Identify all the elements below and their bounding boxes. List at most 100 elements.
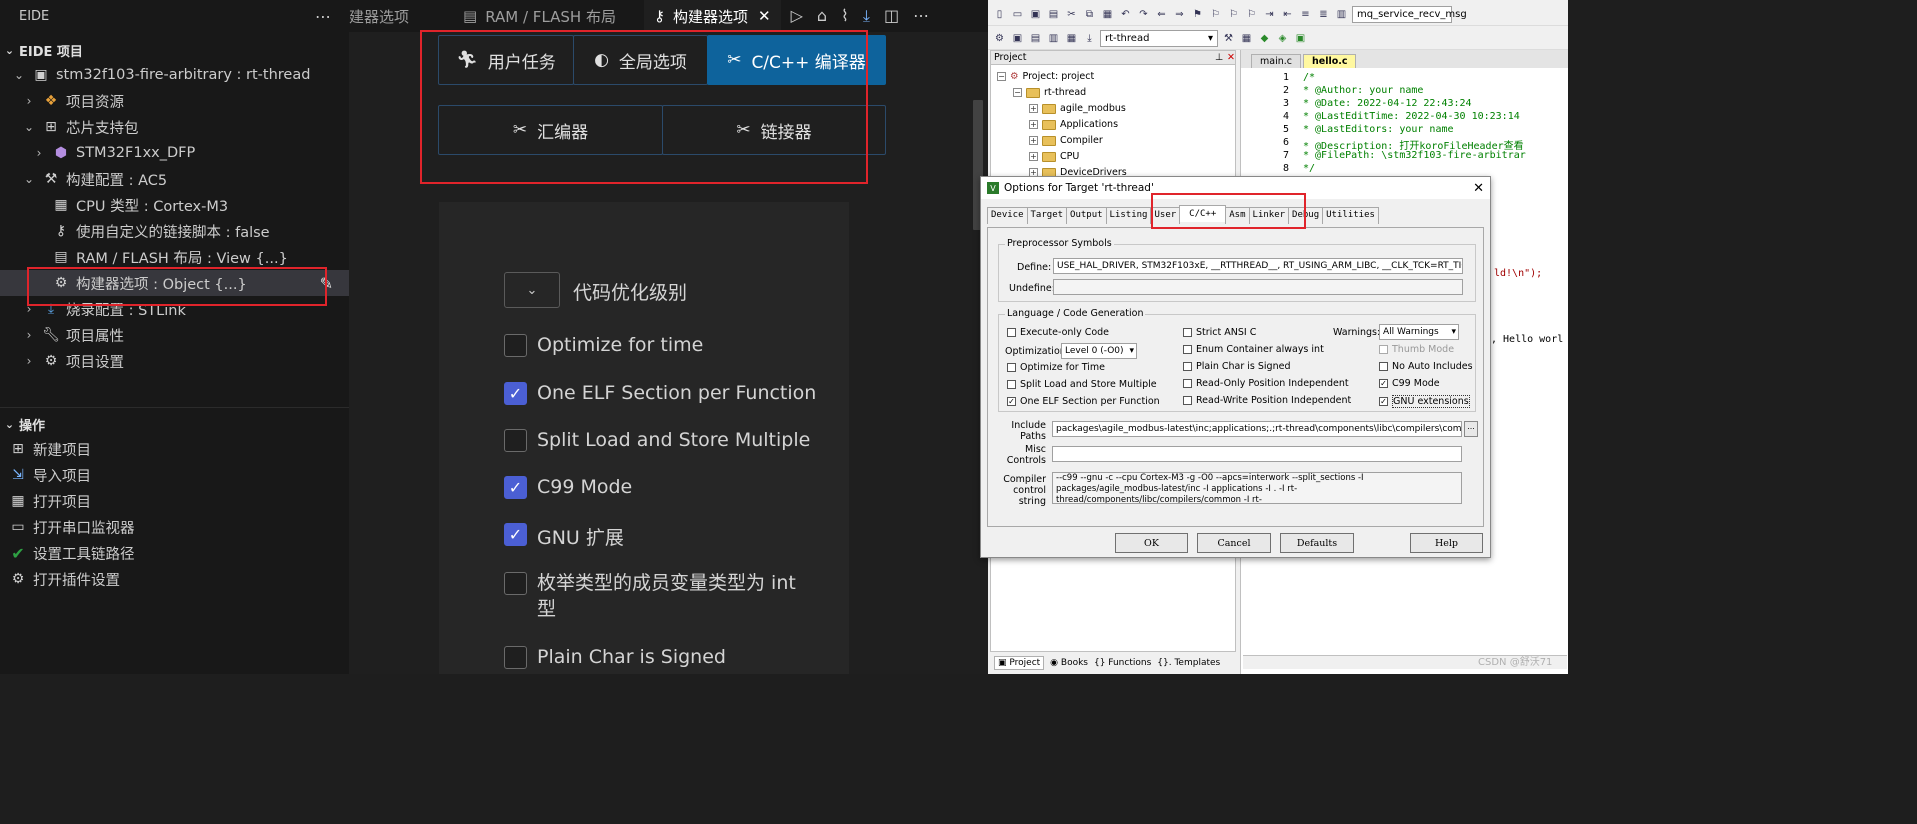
- checkbox[interactable]: [1183, 362, 1192, 371]
- option-one-elf-section[interactable]: ✓ One ELF Section per Function: [504, 382, 824, 405]
- cb-execute-only[interactable]: Execute-only Code: [1007, 327, 1109, 338]
- cut-icon[interactable]: ✂: [1064, 7, 1079, 22]
- tab-project[interactable]: ▣ Project: [994, 655, 1045, 670]
- ok-button[interactable]: OK: [1115, 533, 1188, 553]
- tab-user-task[interactable]: 🏃︎ 用户任务: [438, 35, 574, 85]
- find-in-files-icon[interactable]: ▥: [1334, 7, 1349, 22]
- checkbox[interactable]: [1183, 379, 1192, 388]
- checkbox-checked[interactable]: ✓: [504, 476, 527, 499]
- tree-item-project[interactable]: ⌄ ▣ stm32f103-fire-arbitrary : rt-thread: [0, 62, 349, 88]
- op-import-project[interactable]: ⇲ 导入项目: [0, 462, 349, 488]
- build-icon[interactable]: ▣: [1010, 31, 1025, 46]
- code-line[interactable]: * @FilePath: \stm32f103-fire-arbitrar: [1303, 150, 1526, 161]
- undefine-input[interactable]: [1053, 279, 1463, 295]
- op-plugin-settings[interactable]: ⚙ 打开插件设置: [0, 566, 349, 592]
- checkbox-checked[interactable]: ✓: [504, 523, 527, 546]
- compile-icon[interactable]: ⚙: [992, 31, 1007, 46]
- checkbox[interactable]: [504, 646, 527, 669]
- undo-icon[interactable]: ↶: [1118, 7, 1133, 22]
- pin-icon[interactable]: ⊥: [1215, 52, 1223, 63]
- tab-debug[interactable]: Debug: [1288, 207, 1324, 224]
- save-all-icon[interactable]: ▤: [1046, 7, 1061, 22]
- batch-build-icon[interactable]: ▥: [1046, 31, 1061, 46]
- option-split-load-store[interactable]: Split Load and Store Multiple: [504, 429, 824, 452]
- tree-item-project-props[interactable]: › 🔧︎ 项目属性: [0, 322, 349, 348]
- code-line[interactable]: * @LastEditTime: 2022-04-30 10:23:14: [1303, 111, 1520, 122]
- function-combo[interactable]: mq_service_recv_msg: [1352, 5, 1467, 23]
- cb-one-elf[interactable]: ✓ One ELF Section per Function: [1007, 396, 1160, 407]
- tree-node-compiler[interactable]: + Compiler: [1029, 135, 1103, 146]
- back-icon[interactable]: ⇐: [1154, 7, 1169, 22]
- tab-linker[interactable]: ✂ 链接器: [662, 105, 886, 155]
- target-combo[interactable]: rt-thread ▾: [1100, 29, 1218, 47]
- cb-split-load[interactable]: Split Load and Store Multiple: [1007, 379, 1157, 390]
- pack-installer-icon[interactable]: ▣: [1293, 31, 1308, 46]
- bookmark-icon[interactable]: ⚑: [1190, 7, 1205, 22]
- new-file-icon[interactable]: ▯: [992, 7, 1007, 22]
- forward-icon[interactable]: ⇒: [1172, 7, 1187, 22]
- close-icon[interactable]: ✕: [1227, 52, 1235, 63]
- split-editor-icon[interactable]: ◫: [884, 6, 899, 26]
- checkbox-checked[interactable]: ✓: [1379, 397, 1388, 406]
- paste-icon[interactable]: ▦: [1100, 7, 1115, 22]
- checkbox[interactable]: [1379, 362, 1388, 371]
- tab-main-c[interactable]: main.c: [1251, 54, 1301, 68]
- code-line[interactable]: /*: [1303, 72, 1315, 83]
- checkbox-checked[interactable]: ✓: [1379, 379, 1388, 388]
- redo-icon[interactable]: ↷: [1136, 7, 1151, 22]
- open-file-icon[interactable]: ▭: [1010, 7, 1025, 22]
- tab-device[interactable]: Device: [987, 207, 1028, 224]
- option-enum-int[interactable]: 枚举类型的成员变量类型为 int 型: [504, 570, 804, 622]
- tab-builder-options[interactable]: ⚷ 构建器选项 ✕: [643, 0, 781, 32]
- tab-functions[interactable]: {} Functions: [1094, 658, 1151, 668]
- tree-item-dfp[interactable]: › ⬢ STM32F1xx_DFP: [0, 140, 349, 166]
- checkbox[interactable]: [1183, 345, 1192, 354]
- code-line[interactable]: * @LastEditors: your name: [1303, 124, 1454, 135]
- save-icon[interactable]: ▣: [1028, 7, 1043, 22]
- option-plain-char-signed[interactable]: Plain Char is Signed: [504, 646, 824, 669]
- checkbox-checked[interactable]: ✓: [504, 382, 527, 405]
- download-icon[interactable]: ⤓: [863, 6, 870, 26]
- checkbox[interactable]: [1183, 396, 1192, 405]
- tab-global-options[interactable]: ◐ 全局选项: [573, 35, 708, 85]
- bookmark-next-icon[interactable]: ⚐: [1226, 7, 1241, 22]
- cancel-button[interactable]: Cancel: [1197, 533, 1271, 553]
- tab-hello-c[interactable]: hello.c: [1302, 54, 1357, 68]
- op-new-project[interactable]: ⊞ 新建项目: [0, 436, 349, 462]
- cb-enum-int[interactable]: Enum Container always int: [1183, 344, 1324, 355]
- code-line[interactable]: */: [1303, 163, 1315, 174]
- option-gnu-extensions[interactable]: ✓ GNU 扩展: [504, 523, 824, 550]
- checkbox[interactable]: [1183, 328, 1192, 337]
- define-input[interactable]: USE_HAL_DRIVER, STM32F103xE, __RTTHREAD_…: [1053, 258, 1463, 274]
- checkbox[interactable]: [504, 334, 527, 357]
- manage-rte-icon[interactable]: ◆: [1257, 31, 1272, 46]
- op-toolchain-path[interactable]: ✔ 设置工具链路径: [0, 540, 349, 566]
- cb-optimize-time[interactable]: Optimize for Time: [1007, 362, 1105, 373]
- cb-strict-ansi[interactable]: Strict ANSI C: [1183, 327, 1256, 338]
- unindent-icon[interactable]: ⇤: [1280, 7, 1295, 22]
- tree-node-applications[interactable]: + Applications: [1029, 119, 1118, 130]
- file-extensions-icon[interactable]: ▦: [1239, 31, 1254, 46]
- tree-item-custom-linker[interactable]: ⚷ 使用自定义的链接脚本 : false: [0, 218, 349, 244]
- compiler-string-textarea[interactable]: --c99 --gnu -c --cpu Cortex-M3 -g -O0 --…: [1052, 472, 1462, 504]
- tree-item-project-settings[interactable]: › ⚙ 项目设置: [0, 348, 349, 374]
- edit-pencil-icon[interactable]: ✎: [320, 274, 333, 293]
- help-button[interactable]: Help: [1410, 533, 1483, 553]
- copy-icon[interactable]: ⧉: [1082, 7, 1097, 22]
- code-line[interactable]: * @Author: your name: [1303, 85, 1423, 96]
- more-actions-icon[interactable]: ⋯: [913, 6, 929, 26]
- cb-no-auto-includes[interactable]: No Auto Includes: [1379, 361, 1473, 372]
- cb-ropi[interactable]: Read-Only Position Independent: [1183, 378, 1349, 389]
- build-icon[interactable]: ⌂: [817, 6, 827, 26]
- tree-item-ram-flash[interactable]: ▤ RAM / FLASH 布局 : View {...}: [0, 244, 349, 270]
- tree-item-flash-config[interactable]: › ⤓ 烧录配置 : STLink: [0, 296, 349, 322]
- cb-plain-char[interactable]: Plain Char is Signed: [1183, 361, 1290, 372]
- op-serial-monitor[interactable]: ▭ 打开串口监视器: [0, 514, 349, 540]
- tab-linker[interactable]: Linker: [1248, 207, 1290, 224]
- tab-books[interactable]: ◉ Books: [1050, 658, 1088, 668]
- tab-ram-flash[interactable]: ▤ RAM / FLASH 布局: [453, 0, 626, 32]
- tree-node-project[interactable]: − ⚙ Project: project: [997, 71, 1094, 82]
- bookmark-prev-icon[interactable]: ⚐: [1208, 7, 1223, 22]
- cb-gnu-ext[interactable]: ✓ GNU extensions: [1379, 395, 1470, 408]
- select-packs-icon[interactable]: ◈: [1275, 31, 1290, 46]
